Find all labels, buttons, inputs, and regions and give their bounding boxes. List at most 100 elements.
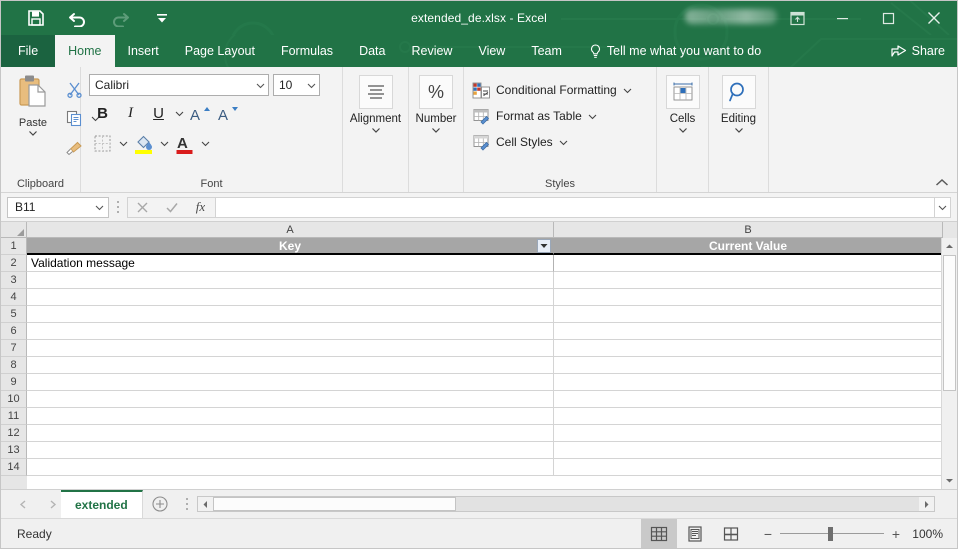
row-header-3[interactable]: 3 xyxy=(1,272,27,289)
ribbon-display-options-icon[interactable] xyxy=(775,1,819,35)
zoom-slider-thumb[interactable] xyxy=(828,526,833,541)
cell-a6[interactable] xyxy=(27,323,554,340)
tab-formulas[interactable]: Formulas xyxy=(268,35,346,67)
horizontal-scroll-track[interactable] xyxy=(212,497,919,511)
underline-dropdown-caret[interactable] xyxy=(173,101,185,126)
cancel-formula-button[interactable] xyxy=(128,198,157,217)
name-box[interactable]: B11 xyxy=(7,196,109,218)
undo-button[interactable] xyxy=(57,3,99,33)
row-header-7[interactable]: 7 xyxy=(1,340,27,357)
row-header-12[interactable]: 12 xyxy=(1,425,27,442)
tab-insert[interactable]: Insert xyxy=(115,35,172,67)
formula-input[interactable] xyxy=(216,196,935,218)
row-header-1[interactable]: 1 xyxy=(1,238,27,255)
tab-page-layout[interactable]: Page Layout xyxy=(172,35,268,67)
row-header-8[interactable]: 8 xyxy=(1,357,27,374)
cell-b7[interactable] xyxy=(554,340,943,357)
redo-button[interactable] xyxy=(99,3,141,33)
view-buttons[interactable] xyxy=(641,518,749,549)
tell-me-search[interactable]: Tell me what you want to do xyxy=(575,35,769,67)
ribbon-tab-strip[interactable]: File Home Insert Page Layout Formulas Da… xyxy=(1,35,957,67)
horizontal-scroll-thumb[interactable] xyxy=(212,497,456,511)
cells-button[interactable]: Cells xyxy=(657,75,708,134)
cell-a2[interactable]: Validation message xyxy=(27,255,554,272)
cell-a1[interactable]: Key xyxy=(27,238,554,255)
enter-formula-button[interactable] xyxy=(157,198,186,217)
fill-color-dropdown-caret[interactable] xyxy=(158,131,170,156)
minimize-button[interactable] xyxy=(819,1,865,35)
alignment-button[interactable]: Alignment xyxy=(347,75,405,134)
row-header-10[interactable]: 10 xyxy=(1,391,27,408)
horizontal-scrollbar[interactable] xyxy=(196,496,935,512)
editing-dropdown-caret[interactable] xyxy=(734,126,744,134)
vertical-scroll-track[interactable] xyxy=(942,255,957,472)
cell-a10[interactable] xyxy=(27,391,554,408)
cell-a12[interactable] xyxy=(27,425,554,442)
cells-dropdown-caret[interactable] xyxy=(678,126,688,134)
number-dropdown-caret[interactable] xyxy=(431,126,441,134)
zoom-control[interactable]: − + xyxy=(749,526,911,542)
collapse-ribbon-button[interactable] xyxy=(935,178,949,188)
bold-button[interactable]: B xyxy=(89,101,116,126)
cell-b2[interactable] xyxy=(554,255,943,272)
tab-home[interactable]: Home xyxy=(55,35,115,67)
editing-button[interactable]: Editing xyxy=(710,75,768,134)
row-header-13[interactable]: 13 xyxy=(1,442,27,459)
cell-b6[interactable] xyxy=(554,323,943,340)
cell-b3[interactable] xyxy=(554,272,943,289)
format-as-table-caret[interactable] xyxy=(588,113,597,120)
sheet-tab-extended[interactable]: extended xyxy=(61,490,143,518)
font-family-chevron-down-icon[interactable] xyxy=(252,82,268,89)
customize-quick-access-toolbar-button[interactable] xyxy=(141,3,183,33)
zoom-out-button[interactable]: − xyxy=(763,526,773,542)
zoom-in-button[interactable]: + xyxy=(891,526,901,542)
font-color-button[interactable]: A xyxy=(171,131,198,156)
formula-bar-resize-handle[interactable] xyxy=(109,197,127,218)
save-button[interactable] xyxy=(15,3,57,33)
row-header-6[interactable]: 6 xyxy=(1,323,27,340)
cell-b11[interactable] xyxy=(554,408,943,425)
borders-dropdown-caret[interactable] xyxy=(117,131,129,156)
row-header-11[interactable]: 11 xyxy=(1,408,27,425)
row-header-5[interactable]: 5 xyxy=(1,306,27,323)
format-as-table-button[interactable]: Format as Table xyxy=(464,103,656,129)
cell-b5[interactable] xyxy=(554,306,943,323)
sheet-navigation-arrows[interactable] xyxy=(1,490,61,518)
conditional-formatting-button[interactable]: Conditional Formatting xyxy=(464,77,656,103)
select-all-corner[interactable] xyxy=(1,222,27,238)
paste-button[interactable]: Paste xyxy=(5,73,61,160)
cell-a11[interactable] xyxy=(27,408,554,425)
normal-view-button[interactable] xyxy=(641,518,677,548)
next-sheet-icon[interactable] xyxy=(49,499,57,509)
cell-a9[interactable] xyxy=(27,374,554,391)
share-button[interactable]: Share xyxy=(891,35,945,67)
font-size-combobox[interactable]: 10 xyxy=(273,74,320,96)
cell-b10[interactable] xyxy=(554,391,943,408)
close-button[interactable] xyxy=(911,1,957,35)
tab-view[interactable]: View xyxy=(465,35,518,67)
tab-review[interactable]: Review xyxy=(398,35,465,67)
italic-button[interactable]: I xyxy=(117,101,144,126)
scroll-down-button[interactable] xyxy=(942,472,957,489)
column-header-b[interactable]: B xyxy=(554,222,943,238)
tab-team[interactable]: Team xyxy=(518,35,575,67)
window-controls[interactable] xyxy=(775,1,957,35)
zoom-level-label[interactable]: 100% xyxy=(911,527,957,541)
increase-font-size-button[interactable]: A xyxy=(186,101,213,126)
vertical-scroll-thumb[interactable] xyxy=(943,255,956,391)
font-color-dropdown-caret[interactable] xyxy=(199,131,211,156)
underline-button[interactable]: U xyxy=(145,101,172,126)
conditional-formatting-caret[interactable] xyxy=(623,87,632,94)
cell-a8[interactable] xyxy=(27,357,554,374)
paste-dropdown-caret[interactable] xyxy=(28,129,38,137)
page-layout-view-button[interactable] xyxy=(677,519,713,549)
cell-b13[interactable] xyxy=(554,442,943,459)
alignment-dropdown-caret[interactable] xyxy=(371,126,381,134)
cell-a7[interactable] xyxy=(27,340,554,357)
cell-b4[interactable] xyxy=(554,289,943,306)
cell-b12[interactable] xyxy=(554,425,943,442)
previous-sheet-icon[interactable] xyxy=(19,499,27,509)
maximize-button[interactable] xyxy=(865,1,911,35)
insert-function-button[interactable]: fx xyxy=(186,198,215,217)
cell-a13[interactable] xyxy=(27,442,554,459)
